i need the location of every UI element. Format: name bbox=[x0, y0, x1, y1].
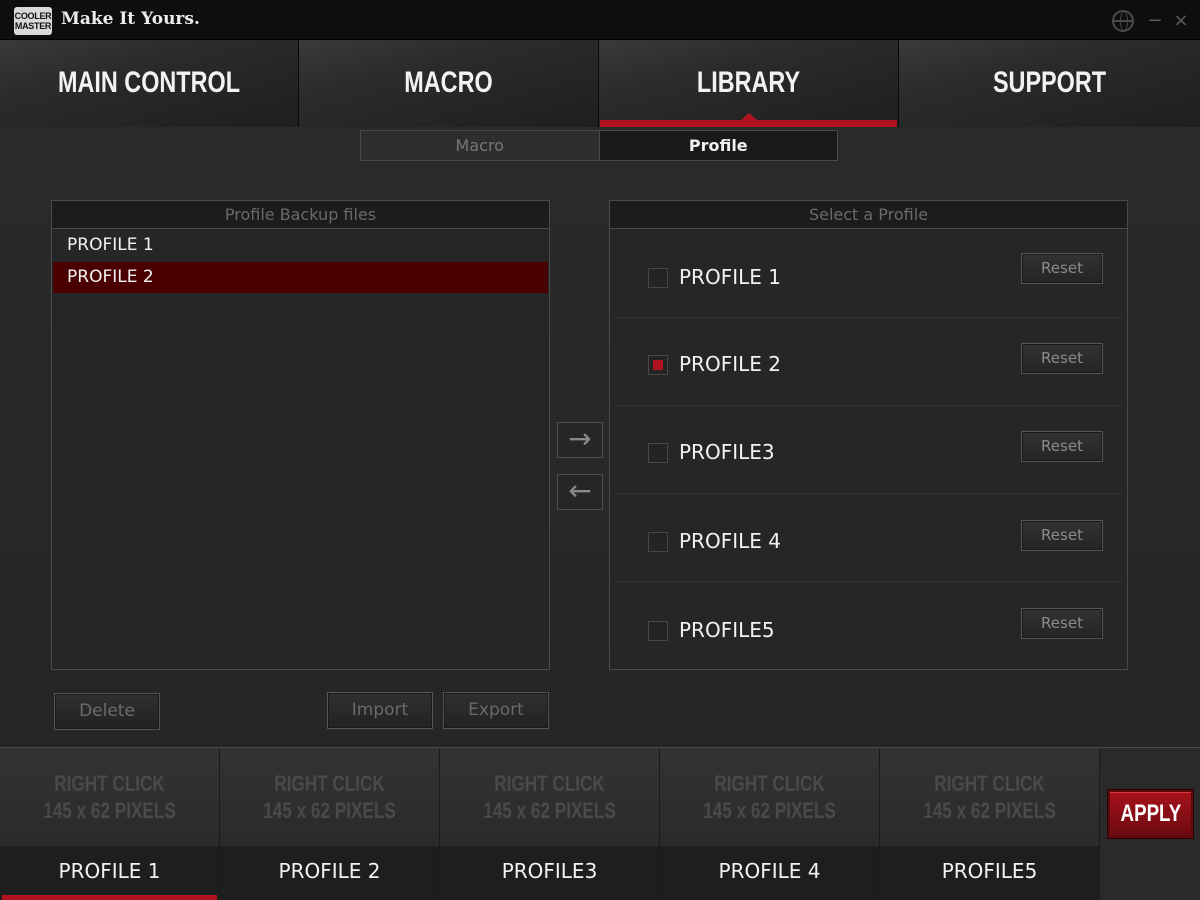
profile-slot-name: PROFILE 2 bbox=[220, 846, 439, 900]
profile-label: PROFILE3 bbox=[679, 440, 775, 464]
profile-checkbox[interactable] bbox=[648, 268, 668, 288]
profile-checkbox-checked[interactable] bbox=[648, 355, 668, 375]
tab-label: LIBRARY bbox=[696, 66, 801, 99]
library-sub-tabs: Macro Profile bbox=[360, 130, 838, 161]
subtab-macro[interactable]: Macro bbox=[361, 131, 600, 160]
profile-slot-name: PROFILE 4 bbox=[660, 846, 879, 900]
copy-to-backup-button[interactable]: ← bbox=[557, 474, 603, 510]
backup-panel-title: Profile Backup files bbox=[52, 201, 549, 229]
tab-main-control[interactable]: MAIN CONTROL bbox=[0, 40, 299, 127]
tab-label: MAIN CONTROL bbox=[58, 66, 240, 99]
apply-button[interactable]: APPLY bbox=[1108, 790, 1193, 838]
delete-button[interactable]: Delete bbox=[54, 693, 160, 730]
active-tab-indicator bbox=[600, 120, 897, 127]
main-tabs: MAIN CONTROL MACRO LIBRARY SUPPORT bbox=[0, 40, 1200, 127]
globe-icon[interactable] bbox=[1112, 10, 1134, 32]
tab-library[interactable]: LIBRARY bbox=[599, 40, 899, 127]
image-placeholder: RIGHT CLICK 145 x 62 PIXELS bbox=[923, 771, 1056, 823]
title-bar: COOLER MASTER Make It Yours. − × bbox=[0, 0, 1200, 40]
image-placeholder: RIGHT CLICK 145 x 62 PIXELS bbox=[263, 771, 396, 823]
profile-label: PROFILE 1 bbox=[679, 265, 781, 289]
profile-row: PROFILE 2 Reset bbox=[615, 318, 1123, 406]
tab-label: MACRO bbox=[404, 66, 493, 99]
profile-slot-2[interactable]: RIGHT CLICK 145 x 62 PIXELS PROFILE 2 bbox=[220, 748, 440, 900]
profile-checkbox[interactable] bbox=[648, 621, 668, 641]
profile-slot-5[interactable]: RIGHT CLICK 145 x 62 PIXELS PROFILE5 bbox=[880, 748, 1100, 900]
export-button[interactable]: Export bbox=[443, 692, 549, 729]
backup-list-item[interactable]: PROFILE 1 bbox=[53, 230, 548, 261]
profile-row: PROFILE3 Reset bbox=[615, 406, 1123, 494]
backup-list-item-selected[interactable]: PROFILE 2 bbox=[53, 262, 548, 293]
select-profile-panel: Select a Profile PROFILE 1 Reset PROFILE… bbox=[609, 200, 1128, 670]
reset-button[interactable]: Reset bbox=[1021, 253, 1103, 284]
profile-label: PROFILE 2 bbox=[679, 352, 781, 376]
profile-row: PROFILE 4 Reset bbox=[615, 494, 1123, 582]
image-placeholder: RIGHT CLICK 145 x 62 PIXELS bbox=[43, 771, 176, 823]
reset-button[interactable]: Reset bbox=[1021, 520, 1103, 551]
reset-button[interactable]: Reset bbox=[1021, 431, 1103, 462]
profile-slot-4[interactable]: RIGHT CLICK 145 x 62 PIXELS PROFILE 4 bbox=[660, 748, 880, 900]
reset-button[interactable]: Reset bbox=[1021, 608, 1103, 639]
tab-support[interactable]: SUPPORT bbox=[899, 40, 1200, 127]
profile-checkbox[interactable] bbox=[648, 443, 668, 463]
profile-slot-1[interactable]: RIGHT CLICK 145 x 62 PIXELS PROFILE 1 bbox=[0, 748, 220, 900]
profile-bar: RIGHT CLICK 145 x 62 PIXELS PROFILE 1 RIG… bbox=[0, 747, 1200, 900]
profile-row: PROFILE5 Reset bbox=[615, 582, 1123, 670]
profile-row: PROFILE 1 Reset bbox=[615, 230, 1123, 318]
copy-to-profile-button[interactable]: → bbox=[557, 422, 603, 458]
profile-slot-name: PROFILE3 bbox=[440, 846, 659, 900]
close-button[interactable]: × bbox=[1170, 10, 1192, 32]
profile-label: PROFILE5 bbox=[679, 618, 775, 642]
minimize-button[interactable]: − bbox=[1144, 10, 1166, 32]
arrow-right-icon: → bbox=[568, 422, 592, 455]
active-profile-indicator bbox=[2, 895, 217, 900]
import-button[interactable]: Import bbox=[327, 692, 433, 729]
cooler-master-logo: COOLER MASTER bbox=[14, 7, 52, 35]
profile-label: PROFILE 4 bbox=[679, 529, 781, 553]
tab-label: SUPPORT bbox=[992, 66, 1107, 99]
image-placeholder: RIGHT CLICK 145 x 62 PIXELS bbox=[483, 771, 616, 823]
select-panel-title: Select a Profile bbox=[610, 201, 1127, 229]
image-placeholder: RIGHT CLICK 145 x 62 PIXELS bbox=[703, 771, 836, 823]
reset-button[interactable]: Reset bbox=[1021, 343, 1103, 374]
subtab-profile[interactable]: Profile bbox=[599, 131, 837, 160]
arrow-left-icon: ← bbox=[568, 474, 592, 507]
profile-slot-3[interactable]: RIGHT CLICK 145 x 62 PIXELS PROFILE3 bbox=[440, 748, 660, 900]
app-title: Make It Yours. bbox=[61, 9, 200, 29]
profile-checkbox[interactable] bbox=[648, 532, 668, 552]
active-tab-notch bbox=[740, 113, 757, 120]
tab-macro[interactable]: MACRO bbox=[299, 40, 599, 127]
library-content: Macro Profile Profile Backup files PROFI… bbox=[0, 127, 1200, 747]
profile-slot-name: PROFILE5 bbox=[880, 846, 1099, 900]
profile-slot-name: PROFILE 1 bbox=[0, 846, 219, 900]
profile-backup-panel: Profile Backup files PROFILE 1 PROFILE 2 bbox=[51, 200, 550, 670]
